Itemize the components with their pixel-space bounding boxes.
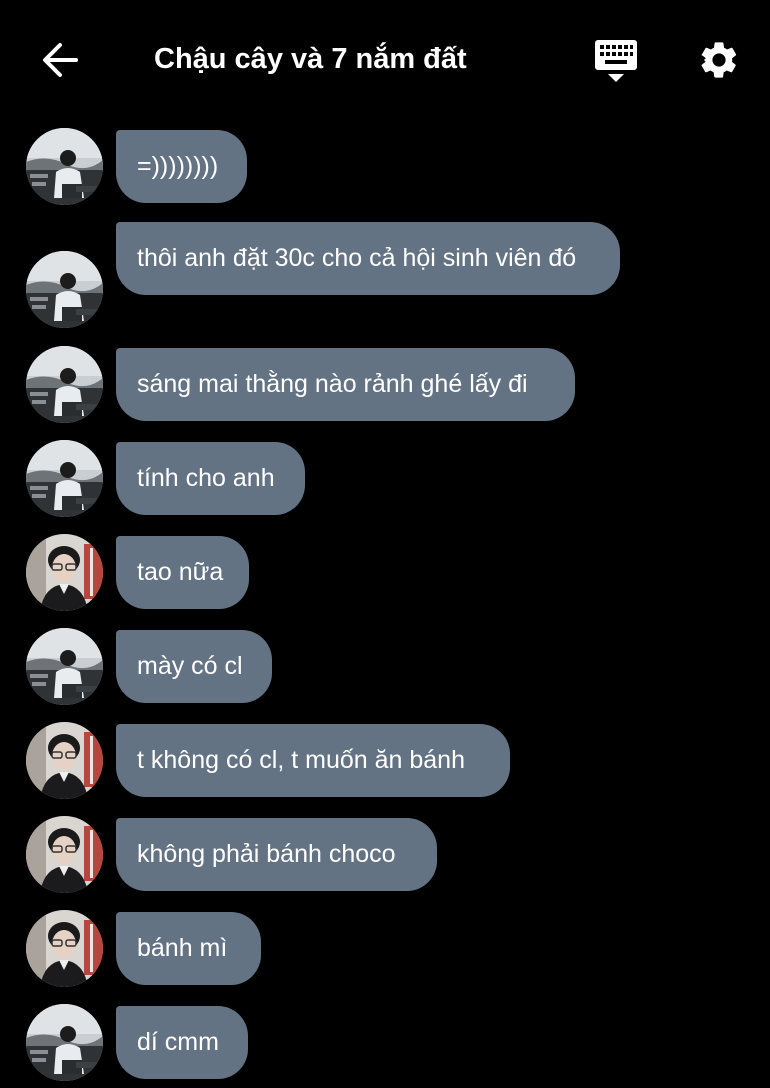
message-bubble[interactable]: t không có cl, t muốn ăn bánh <box>116 724 510 797</box>
avatar[interactable] <box>26 440 103 517</box>
message-bubble[interactable]: thôi anh đặt 30c cho cả hội sinh viên đó <box>116 222 620 295</box>
message-bubble[interactable]: mày có cl <box>116 630 272 703</box>
avatar[interactable] <box>26 722 103 799</box>
gear-icon <box>701 42 737 78</box>
message-bubble[interactable]: không phải bánh choco <box>116 818 437 891</box>
avatar[interactable] <box>26 910 103 987</box>
avatar[interactable] <box>26 628 103 705</box>
message-bubble[interactable]: sáng mai thằng nào rảnh ghé lấy đi <box>116 348 575 421</box>
settings-button[interactable] <box>690 32 748 88</box>
chat-header: Chậu cây và 7 nắm đất <box>0 0 770 118</box>
avatar[interactable] <box>26 346 103 423</box>
chat-title: Chậu cây và 7 nắm đất <box>154 43 467 75</box>
message-bubble[interactable]: tao nữa <box>116 536 249 609</box>
keyboard-hide-icon <box>595 40 637 82</box>
avatar[interactable] <box>26 128 103 205</box>
message-bubble[interactable]: tính cho anh <box>116 442 305 515</box>
arrow-left-icon <box>43 43 78 77</box>
message-list[interactable]: =)))))))) thôi anh đặt 30c cho cả hội sin… <box>0 0 770 1088</box>
back-button[interactable] <box>30 36 90 84</box>
avatar[interactable] <box>26 1004 103 1081</box>
chat-screen: =)))))))) thôi anh đặt 30c cho cả hội sin… <box>0 0 770 1088</box>
avatar[interactable] <box>26 534 103 611</box>
message-bubble[interactable]: bánh mì <box>116 912 261 985</box>
message-bubble[interactable]: =)))))))) <box>116 130 247 203</box>
message-bubble[interactable]: dí cmm <box>116 1006 248 1079</box>
avatar[interactable] <box>26 816 103 893</box>
keyboard-toggle-button[interactable] <box>586 34 646 88</box>
avatar[interactable] <box>26 251 103 328</box>
